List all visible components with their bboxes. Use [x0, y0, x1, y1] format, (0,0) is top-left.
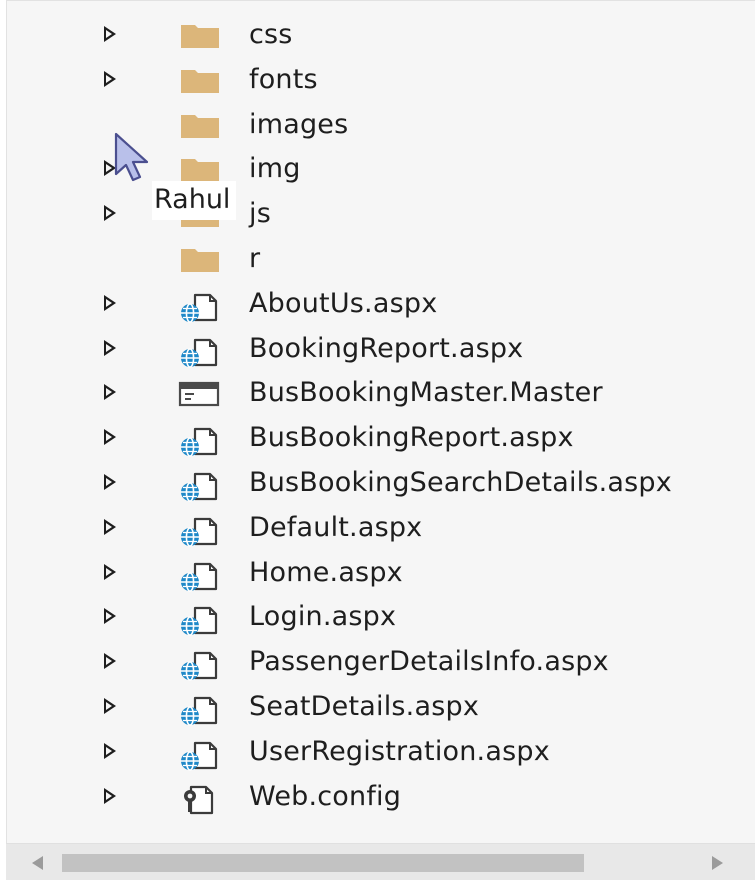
tree-item-busbookingsearchdetails-aspx[interactable]: BusBookingSearchDetails.aspx [7, 461, 755, 506]
tree-item-login-aspx[interactable]: Login.aspx [7, 595, 755, 640]
tree-item-busbookingmaster-master[interactable]: BusBookingMaster.Master [7, 371, 755, 416]
tree-item-aboutus-aspx[interactable]: AboutUs.aspx [7, 282, 755, 327]
expand-arrow-icon[interactable] [102, 786, 118, 806]
tree-item-label: Default.aspx [249, 511, 423, 543]
tree-item-default-aspx[interactable]: Default.aspx [7, 506, 755, 551]
tree-item-js[interactable]: js [7, 192, 755, 237]
tree-item-label: UserRegistration.aspx [249, 735, 550, 767]
expand-arrow-icon[interactable] [102, 517, 118, 537]
master-page-icon [177, 380, 223, 408]
tree-item-label: Login.aspx [249, 601, 397, 633]
horizontal-scrollbar[interactable] [6, 843, 755, 880]
scroll-left-arrow-icon[interactable] [32, 856, 43, 870]
tree-item-r[interactable]: r [7, 237, 755, 282]
aspx-file-icon [177, 291, 223, 323]
tree-item-label: PassengerDetailsInfo.aspx [249, 646, 609, 678]
tree-item-css[interactable]: css [7, 13, 755, 58]
tooltip-text: Rahul [154, 184, 231, 215]
tree-item-label: css [249, 19, 293, 50]
expand-arrow-icon[interactable] [102, 696, 118, 716]
expand-arrow-icon[interactable] [102, 562, 118, 582]
expand-arrow-icon[interactable] [102, 382, 118, 402]
expand-arrow-icon[interactable] [102, 472, 118, 492]
expand-arrow-icon[interactable] [102, 203, 118, 223]
aspx-file-icon [177, 560, 223, 592]
tree-item-seatdetails-aspx[interactable]: SeatDetails.aspx [7, 685, 755, 730]
tree-item-passengerdetailsinfo-aspx[interactable]: PassengerDetailsInfo.aspx [7, 640, 755, 685]
tree-item-label: BookingReport.aspx [249, 332, 524, 364]
folder-icon [177, 246, 223, 274]
tree-item-label: BusBookingSearchDetails.aspx [249, 466, 672, 498]
aspx-file-icon [177, 470, 223, 502]
mouse-cursor-icon [114, 132, 149, 182]
expand-arrow-icon[interactable] [102, 741, 118, 761]
tree-item-web-config[interactable]: Web.config [7, 775, 755, 820]
tree-item-label: AboutUs.aspx [249, 287, 438, 319]
aspx-file-icon [177, 515, 223, 547]
tree-item-bookingreport-aspx[interactable]: BookingReport.aspx [7, 327, 755, 372]
folder-icon [177, 22, 223, 50]
tree-item-label: BusBookingReport.aspx [249, 422, 574, 454]
scrollbar-thumb[interactable] [62, 854, 584, 872]
tree-item-home-aspx[interactable]: Home.aspx [7, 551, 755, 596]
aspx-file-icon [177, 336, 223, 368]
aspx-file-icon [177, 649, 223, 681]
tree-item-label: Home.aspx [249, 556, 403, 588]
folder-icon [177, 112, 223, 140]
expand-arrow-icon[interactable] [102, 651, 118, 671]
config-file-icon [177, 784, 223, 814]
aspx-file-icon [177, 739, 223, 771]
tree-item-label: r [249, 242, 261, 274]
expand-arrow-icon[interactable] [102, 69, 118, 89]
tree-item-busbookingreport-aspx[interactable]: BusBookingReport.aspx [7, 416, 755, 461]
expand-arrow-icon[interactable] [102, 24, 118, 44]
expand-arrow-icon[interactable] [102, 293, 118, 313]
expand-arrow-icon[interactable] [102, 606, 118, 626]
folder-icon [177, 67, 223, 95]
expand-arrow-icon[interactable] [102, 338, 118, 358]
tree-item-label: SeatDetails.aspx [249, 690, 479, 722]
aspx-file-icon [177, 425, 223, 457]
tree-item-label: Web.config [249, 780, 402, 812]
aspx-file-icon [177, 604, 223, 637]
tree-item-label: js [249, 198, 271, 230]
tree-item-label: fonts [249, 63, 318, 95]
aspx-file-icon [177, 694, 223, 726]
tree-item-label: BusBookingMaster.Master [249, 377, 603, 409]
tree-item-fonts[interactable]: fonts [7, 58, 755, 103]
tree-item-userregistration-aspx[interactable]: UserRegistration.aspx [7, 730, 755, 775]
expand-arrow-icon[interactable] [102, 427, 118, 447]
scroll-right-arrow-icon[interactable] [712, 856, 723, 870]
tree-item-label: img [249, 153, 301, 185]
tooltip: Rahul [152, 181, 237, 220]
tree-item-label: images [249, 108, 349, 140]
